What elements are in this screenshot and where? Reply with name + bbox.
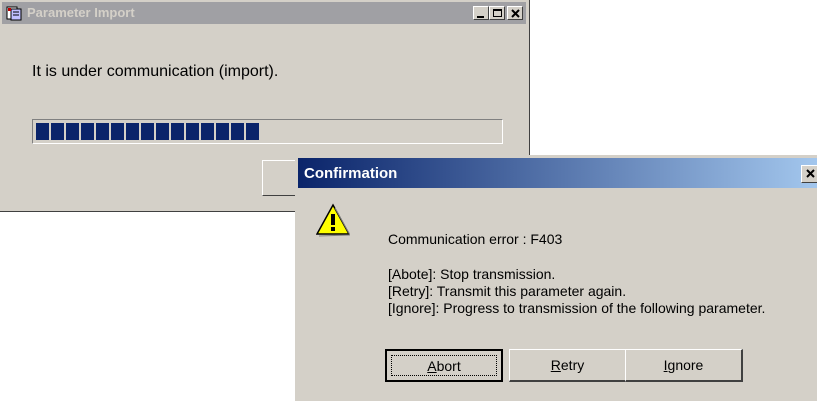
focus-rect — [391, 355, 497, 376]
import-titlebar[interactable]: Parameter Import — [2, 2, 526, 24]
progress-segment — [81, 123, 94, 140]
ignore-button[interactable]: Ignore — [625, 349, 743, 382]
progress-segment — [186, 123, 199, 140]
progress-segment — [51, 123, 64, 140]
progress-segment — [36, 123, 49, 140]
progress-segment — [231, 123, 244, 140]
abort-description: [Abote]: Stop transmission. — [388, 266, 556, 282]
ignore-label: Ignore — [664, 357, 704, 373]
import-progress-bar — [32, 119, 503, 144]
import-window-title: Parameter Import — [27, 5, 135, 20]
confirmation-close-button[interactable] — [801, 165, 817, 183]
close-icon — [806, 169, 815, 178]
close-button[interactable] — [507, 6, 523, 20]
progress-segment — [111, 123, 124, 140]
retry-description: [Retry]: Transmit this parameter again. — [388, 283, 627, 299]
progress-segment — [156, 123, 169, 140]
confirmation-title: Confirmation — [304, 165, 398, 182]
progress-segment — [171, 123, 184, 140]
progress-segment — [141, 123, 154, 140]
maximize-icon — [493, 9, 502, 17]
minimize-button[interactable] — [473, 6, 489, 20]
retry-label-rest: etry — [560, 357, 585, 373]
confirmation-dialog: Confirmation Communication error : F403 … — [295, 155, 817, 401]
error-code-text: Communication error : F403 — [388, 231, 563, 247]
import-status-message: It is under communication (import). — [32, 63, 279, 80]
retry-button[interactable]: Retry — [509, 349, 627, 382]
progress-segment — [201, 123, 214, 140]
app-icon — [6, 6, 22, 21]
progress-segment — [216, 123, 229, 140]
progress-segment — [126, 123, 139, 140]
maximize-button[interactable] — [489, 6, 505, 20]
warning-icon — [316, 203, 350, 237]
retry-mnemonic: R — [550, 357, 561, 373]
confirmation-titlebar[interactable]: Confirmation — [298, 158, 817, 188]
retry-label: Retry — [551, 357, 584, 373]
progress-segment — [66, 123, 79, 140]
abort-button[interactable]: Abort — [385, 349, 503, 382]
progress-segment — [246, 123, 259, 140]
progress-segment — [96, 123, 109, 140]
minimize-icon — [477, 16, 484, 18]
ignore-description: [Ignore]: Progress to transmission of th… — [388, 300, 766, 316]
close-icon — [511, 9, 520, 18]
progress-fill — [36, 123, 259, 140]
ignore-label-rest: gnore — [667, 357, 704, 373]
